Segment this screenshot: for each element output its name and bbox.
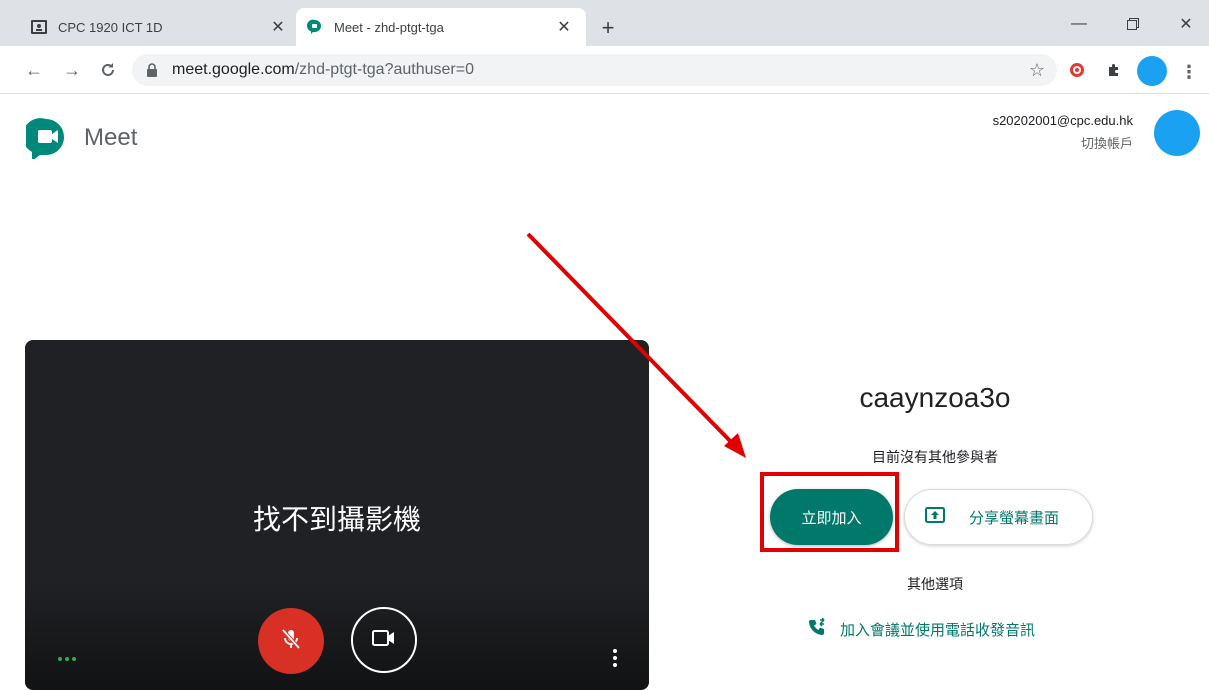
window-close-icon[interactable]: ✕ (1163, 10, 1209, 38)
url-text: meet.google.com/zhd-ptgt-tga?authuser=0 (172, 61, 474, 79)
present-button[interactable]: 分享螢幕畫面 (904, 489, 1093, 545)
no-camera-message: 找不到攝影機 (252, 504, 421, 535)
meet-logo-icon[interactable] (22, 117, 74, 161)
meet-icon (306, 18, 324, 36)
switch-account-link[interactable]: 切換帳戶 (1081, 133, 1133, 152)
close-tab-icon[interactable]: ✕ (552, 15, 576, 39)
browser-menu-icon[interactable]: ⋮ (1180, 58, 1198, 86)
url-path: /zhd-ptgt-tga?authuser=0 (294, 61, 474, 78)
new-tab-button[interactable]: + (596, 15, 620, 40)
mic-off-icon (279, 627, 303, 656)
camera-toggle-button[interactable] (351, 607, 417, 673)
extensions-puzzle-icon[interactable] (1100, 56, 1128, 84)
more-effects-icon[interactable] (58, 654, 82, 664)
phone-forward-icon (808, 617, 828, 640)
browser-tab-strip: CPC 1920 ICT 1D ✕ Meet - zhd-ptgt-tga ✕ … (0, 0, 1209, 46)
present-screen-icon (925, 507, 945, 527)
account-email: s20202001@cpc.edu.hk (992, 113, 1133, 128)
participants-status: 目前沒有其他參與者 (872, 449, 998, 465)
meet-brand-name[interactable]: Meet (84, 124, 137, 152)
account-avatar[interactable] (1154, 110, 1200, 156)
restore-icon[interactable] (1110, 10, 1156, 38)
lock-icon (146, 63, 160, 77)
browser-profile-avatar[interactable] (1137, 56, 1167, 86)
url-host: meet.google.com (172, 61, 295, 78)
present-button-label: 分享螢幕畫面 (969, 509, 1060, 527)
bookmark-star-icon[interactable]: ☆ (1029, 60, 1045, 81)
camera-icon (372, 629, 396, 652)
annotation-highlight-box (760, 472, 899, 552)
other-options-heading: 其他選項 (907, 576, 963, 592)
reload-icon[interactable] (96, 58, 120, 82)
classroom-icon (30, 18, 48, 36)
close-tab-icon[interactable]: ✕ (266, 15, 290, 39)
meeting-code: caaynzoa3o (859, 382, 1011, 413)
forward-icon[interactable]: → (60, 58, 84, 82)
preview-shade (25, 580, 649, 690)
tab-title: Meet - zhd-ptgt-tga (334, 19, 444, 35)
minimize-icon[interactable]: — (1056, 10, 1102, 38)
more-options-icon[interactable] (607, 646, 623, 670)
tab-title: CPC 1920 ICT 1D (58, 19, 163, 35)
back-icon[interactable]: ← (22, 58, 46, 82)
tab-meet[interactable]: Meet - zhd-ptgt-tga ✕ (296, 8, 586, 46)
address-bar[interactable]: meet.google.com/zhd-ptgt-tga?authuser=0 … (132, 54, 1057, 86)
video-preview: 找不到攝影機 (25, 340, 649, 690)
join-by-phone-label: 加入會議並使用電話收發音訊 (840, 621, 1036, 639)
join-by-phone-link[interactable]: 加入會議並使用電話收發音訊 (808, 617, 1036, 640)
extension-target-icon[interactable] (1063, 56, 1091, 84)
browser-toolbar: ← → meet.google.com/zhd-ptgt-tga?authuse… (0, 46, 1209, 94)
tab-classroom[interactable]: CPC 1920 ICT 1D ✕ (20, 8, 300, 46)
microphone-toggle-button[interactable] (258, 608, 324, 674)
